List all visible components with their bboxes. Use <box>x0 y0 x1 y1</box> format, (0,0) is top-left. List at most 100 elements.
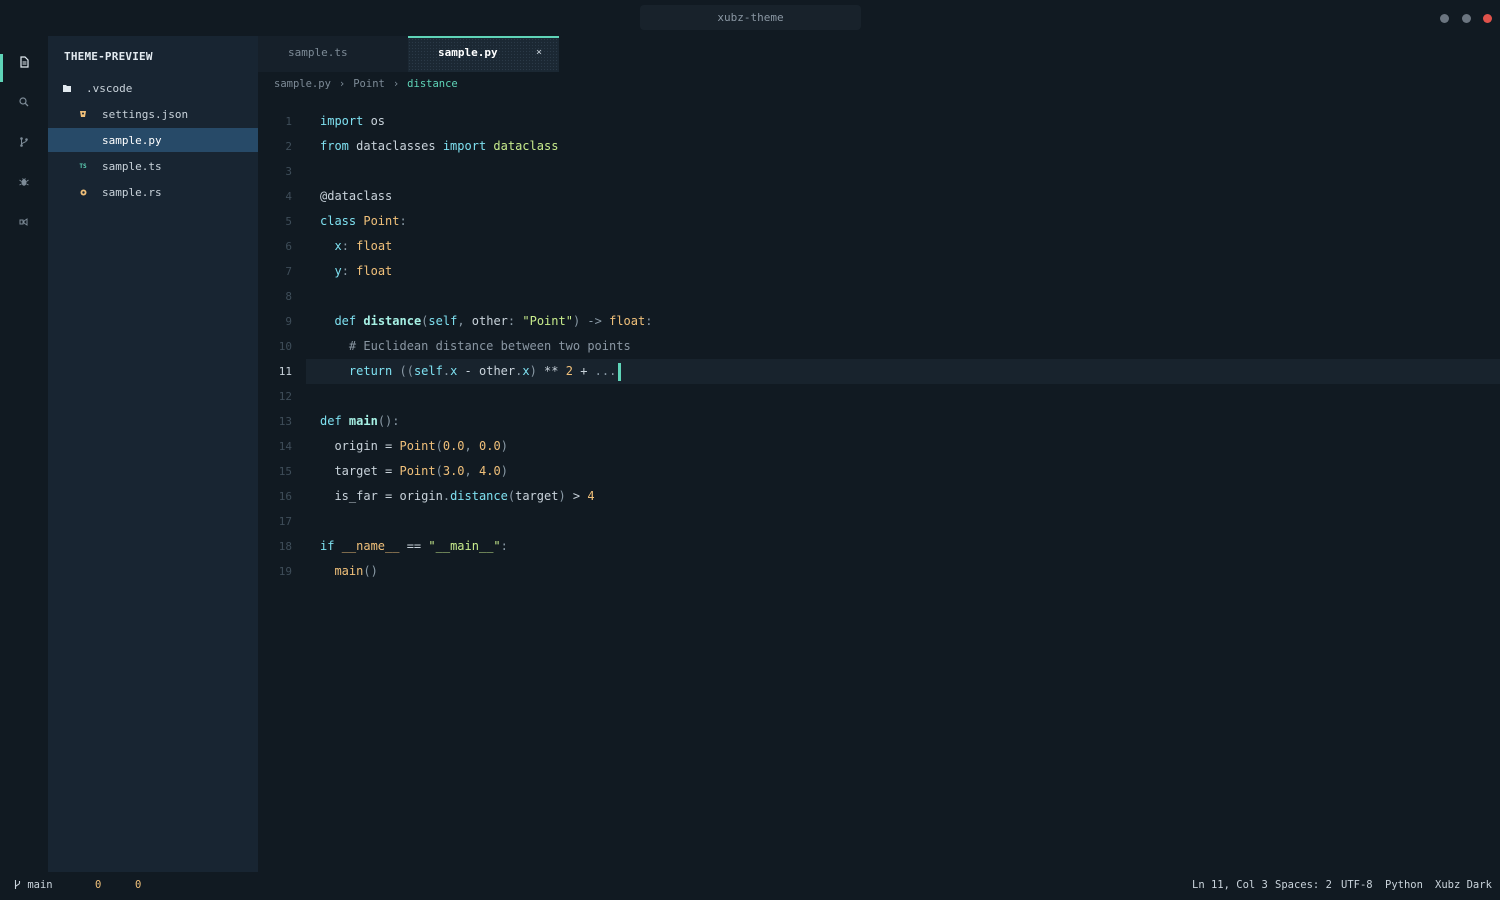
tree-item-sample-ts[interactable]: TS sample.ts <box>48 154 258 178</box>
code-line[interactable]: 8 <box>258 284 1500 309</box>
tree-item-label: .vscode <box>86 81 133 95</box>
line-number: 8 <box>285 290 292 303</box>
explorer-button[interactable] <box>0 42 48 82</box>
line-number: 10 <box>278 340 292 353</box>
code-token: other <box>464 314 508 328</box>
code-token: 4 <box>587 489 595 503</box>
code-token: , <box>457 314 465 328</box>
close-window-button[interactable] <box>1483 14 1492 23</box>
text-cursor <box>618 362 622 381</box>
code-token: def <box>334 314 357 328</box>
code-token: , <box>464 464 472 478</box>
line-number: 3 <box>285 165 292 178</box>
line-number: 19 <box>278 565 292 578</box>
code-token: return <box>348 364 393 378</box>
code-line[interactable]: 17 <box>258 509 1500 534</box>
code-line[interactable]: 1 import os <box>258 109 1500 134</box>
tab-sample-ts[interactable]: sample.ts <box>258 36 408 72</box>
cursor-position[interactable]: Ln 11, Col 3 <box>1192 879 1268 891</box>
encoding-status[interactable]: UTF-8 <box>1341 879 1373 891</box>
line-number: 5 <box>285 215 292 228</box>
code-line[interactable]: 18 if __name__ == "__main__": <box>258 534 1500 559</box>
sidebar-title: THEME-PREVIEW <box>64 50 153 63</box>
code-token: + <box>572 364 595 378</box>
title-bar: xubz-theme <box>0 0 1500 36</box>
code-line[interactable]: 7 y: float <box>258 259 1500 284</box>
code-token: 3.0 <box>442 464 465 478</box>
code-line[interactable]: 9 def distance(self, other: "Point") -> … <box>258 309 1500 334</box>
code-line[interactable]: 19 main() <box>258 559 1500 584</box>
breadcrumb: sample.py › Point › distance <box>274 74 458 94</box>
code-token: > <box>565 489 588 503</box>
errors-count[interactable]: 0 <box>95 879 101 891</box>
code-token: ( <box>507 489 516 503</box>
code-token: y <box>334 264 342 278</box>
line-number: 1 <box>285 115 292 128</box>
extensions-button[interactable] <box>0 202 48 242</box>
code-token: - other <box>457 364 516 378</box>
code-token: x <box>522 364 530 378</box>
tree-item-vscode-folder[interactable]: .vscode <box>48 76 258 100</box>
code-token: Point <box>363 214 400 228</box>
code-token: : <box>341 264 349 278</box>
status-bar: main 0 0 Ln 11, Col 3 Spaces: 2 UTF-8 Py… <box>0 872 1500 900</box>
line-content: return ((self.x - other.x) ** 2 + ... <box>320 359 622 384</box>
search-button[interactable] <box>0 82 48 122</box>
code-token: "__main__" <box>428 539 501 553</box>
breadcrumb-function[interactable]: distance <box>407 78 458 90</box>
code-line[interactable]: 12 <box>258 384 1500 409</box>
language-mode[interactable]: Python <box>1385 879 1423 891</box>
code-token: Point <box>399 464 436 478</box>
minimize-button[interactable] <box>1440 14 1449 23</box>
maximize-button[interactable] <box>1462 14 1471 23</box>
tab-sample-py[interactable]: sample.py × <box>408 36 559 72</box>
tree-item-sample-py[interactable]: sample.py <box>48 128 258 152</box>
tree-item-label: sample.rs <box>102 185 162 199</box>
debug-button[interactable] <box>0 162 48 202</box>
code-token: x <box>334 239 342 253</box>
code-token: (): <box>377 414 400 428</box>
line-content: def main(): <box>320 409 400 434</box>
line-content: y: float <box>320 259 392 284</box>
code-token: def <box>320 414 342 428</box>
code-line[interactable]: 14 origin = Point(0.0, 0.0) <box>258 434 1500 459</box>
breadcrumb-class[interactable]: Point <box>353 78 385 90</box>
code-line[interactable]: 5 class Point: <box>258 209 1500 234</box>
code-token: : <box>645 314 653 328</box>
tree-item-label: sample.ts <box>102 159 162 173</box>
code-token: . <box>442 489 451 503</box>
line-number: 16 <box>278 490 292 503</box>
tab-label: sample.ts <box>288 46 348 59</box>
branch-status[interactable]: main <box>14 879 53 891</box>
tree-item-sample-rs[interactable]: sample.rs <box>48 180 258 204</box>
code-token: dataclasses <box>348 139 443 153</box>
code-token: : <box>500 539 508 553</box>
code-line[interactable]: 11 return ((self.x - other.x) ** 2 + ... <box>279 359 1500 384</box>
code-line[interactable]: 2 from dataclasses import dataclass <box>258 134 1500 159</box>
indentation-status[interactable]: Spaces: 2 <box>1275 879 1332 891</box>
window-title: xubz-theme <box>640 5 861 30</box>
close-tab-icon[interactable]: × <box>536 36 542 70</box>
theme-status[interactable]: Xubz Dark <box>1435 879 1492 891</box>
line-content: x: float <box>320 234 392 259</box>
code-line[interactable]: 15 target = Point(3.0, 4.0) <box>258 459 1500 484</box>
warnings-count[interactable]: 0 <box>135 879 141 891</box>
code-line[interactable]: 16 is_far = origin.distance(target) > 4 <box>258 484 1500 509</box>
code-line[interactable]: 6 x: float <box>258 234 1500 259</box>
branch-name: main <box>27 879 53 891</box>
typescript-file-icon: TS <box>79 162 87 170</box>
code-line[interactable]: 3 <box>258 159 1500 184</box>
tree-item-settings-json[interactable]: settings.json <box>48 102 258 126</box>
code-line[interactable]: 13 def main(): <box>258 409 1500 434</box>
code-token: main <box>348 414 378 428</box>
code-line[interactable]: 10 # Euclidean distance between two poin… <box>258 334 1500 359</box>
code-token: class <box>320 214 357 228</box>
code-line[interactable]: 4 @dataclass <box>258 184 1500 209</box>
extensions-icon <box>19 218 28 226</box>
breadcrumb-file[interactable]: sample.py <box>274 78 331 90</box>
source-control-button[interactable] <box>0 122 48 162</box>
